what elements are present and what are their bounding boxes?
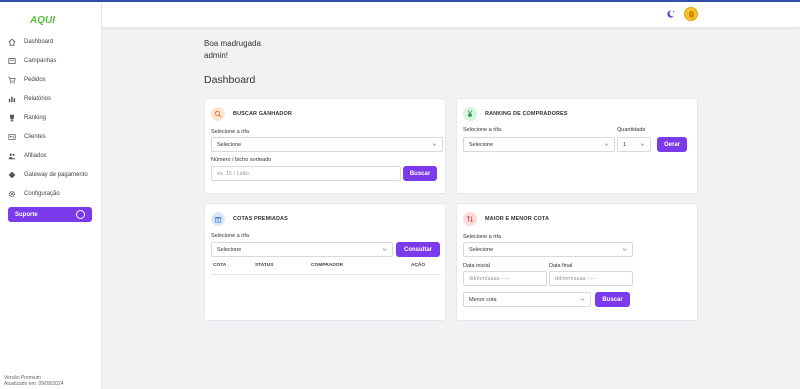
sidebar-item-label: Relatórios <box>24 95 52 102</box>
whatsapp-icon <box>76 210 85 219</box>
support-button[interactable]: Suporte <box>8 207 92 222</box>
chevron-down-icon <box>580 298 585 301</box>
logo[interactable]: AQUI <box>30 15 55 26</box>
card-header: MAIOR E MENOR COTA <box>463 212 549 226</box>
sidebar-item-gateway[interactable]: Gateway de pagamento <box>0 165 102 184</box>
quantidade-select[interactable]: 1 <box>617 137 651 152</box>
rifa-select[interactable]: Selecione <box>463 137 615 152</box>
chevron-down-icon <box>604 143 609 146</box>
quantidade-label: Quantidade <box>617 127 646 133</box>
quantidade-value: 1 <box>623 141 627 148</box>
sidebar-item-afiliados[interactable]: Afiliados <box>0 146 102 165</box>
rifa-select[interactable]: Selecione <box>211 242 393 257</box>
sidebar-item-label: Clientes <box>24 133 46 140</box>
sidebar-item-relatorios[interactable]: Relatórios <box>0 89 102 108</box>
card-title: RANKING DE COMPRADORES <box>485 111 568 117</box>
sidebar-item-ranking[interactable]: Ranking <box>0 108 102 127</box>
search-icon <box>211 107 225 121</box>
buscar-ganhador-card: BUSCAR GANHADOR Selecione a rifa Selecio… <box>204 98 446 194</box>
buscar-cota-button[interactable]: Buscar <box>595 292 630 307</box>
numero-input[interactable]: ex. 15 / Leão <box>211 166 401 181</box>
version-info: Versão Premium Atualizado em: 09/08/2024 <box>4 375 64 387</box>
greeting: Boa madrugada admin! <box>204 38 261 62</box>
column-header-comprador: COMPRADOR <box>311 263 343 268</box>
medal-icon <box>463 107 477 121</box>
greeting-line: Boa madrugada <box>204 39 261 48</box>
updated-date: Atualizado em: 09/08/2024 <box>4 381 64 387</box>
ranking-card: RANKING DE COMPRADORES Selecione a rifa … <box>456 98 698 194</box>
consultar-button[interactable]: Consultar <box>396 242 440 257</box>
users-icon <box>8 152 16 160</box>
sidebar-item-clientes[interactable]: Clientes <box>0 127 102 146</box>
rifa-select[interactable]: Selecione <box>463 242 633 257</box>
diamond-icon <box>8 171 16 179</box>
rifa-select[interactable]: Selecione <box>211 137 443 152</box>
gift-icon <box>211 212 225 226</box>
card-title: COTAS PREMIADAS <box>233 216 288 222</box>
rifa-label: Selecione a rifa <box>463 234 501 240</box>
chevron-down-icon <box>432 143 437 146</box>
sidebar-item-dashboard[interactable]: Dashboard <box>0 32 102 51</box>
card-header: COTAS PREMIADAS <box>211 212 288 226</box>
rifa-select-value: Selecione <box>469 246 494 253</box>
date-placeholder: dd/mm/aaaa --:-- <box>555 275 596 282</box>
data-final-label: Data final <box>549 263 573 269</box>
gerar-button[interactable]: Gerar <box>657 137 687 152</box>
numero-placeholder: ex. 15 / Leão <box>217 170 249 177</box>
sidebar-item-label: Gateway de pagamento <box>24 171 88 178</box>
tipo-cota-value: Menor cota <box>469 296 497 303</box>
rifa-label: Selecione a rifa <box>463 127 501 133</box>
moon-icon[interactable] <box>665 9 675 19</box>
greeting-user: admin! <box>204 51 229 60</box>
sidebar-item-label: Campanhas <box>24 57 57 64</box>
home-icon <box>8 38 16 46</box>
sidebar-item-label: Configuração <box>24 190 60 197</box>
column-header-status: STATUS <box>255 263 274 268</box>
column-header-cota: COTA <box>213 263 227 268</box>
rifa-label: Selecione a rifa <box>211 129 249 135</box>
sidebar-item-label: Afiliados <box>24 152 47 159</box>
card-title: BUSCAR GANHADOR <box>233 111 292 117</box>
cotas-premiadas-card: COTAS PREMIADAS Selecione a rifa Selecio… <box>204 203 446 321</box>
trophy-icon <box>8 114 16 122</box>
chevron-down-icon <box>622 248 627 251</box>
sidebar: AQUI Dashboard Campanhas Pedidos Relatór… <box>0 2 102 389</box>
rifa-select-value: Selecione <box>217 246 242 253</box>
id-card-icon <box>8 133 16 141</box>
table-header-divider <box>211 274 441 275</box>
sidebar-item-campanhas[interactable]: Campanhas <box>0 51 102 70</box>
chevron-down-icon <box>382 248 387 251</box>
column-header-acao: AÇÃO <box>411 263 426 268</box>
sidebar-item-label: Dashboard <box>24 38 54 45</box>
avatar[interactable] <box>684 7 698 21</box>
sidebar-item-label: Pedidos <box>24 76 46 83</box>
rifa-select-value: Selecione <box>469 141 494 148</box>
sort-arrows-icon <box>463 212 477 226</box>
card-header: RANKING DE COMPRADORES <box>463 107 568 121</box>
sidebar-nav: Dashboard Campanhas Pedidos Relatórios R… <box>0 32 102 203</box>
sidebar-item-pedidos[interactable]: Pedidos <box>0 70 102 89</box>
sidebar-item-label: Ranking <box>24 114 47 121</box>
maior-menor-cota-card: MAIOR E MENOR COTA Selecione a rifa Sele… <box>456 203 698 321</box>
data-final-input[interactable]: dd/mm/aaaa --:-- <box>549 271 633 286</box>
cart-icon <box>8 76 16 84</box>
numero-label: Número / bicho sorteado <box>211 157 272 163</box>
gear-icon <box>8 190 16 198</box>
rifa-select-value: Selecione <box>217 141 242 148</box>
sidebar-item-configuracao[interactable]: Configuração <box>0 184 102 203</box>
page-title: Dashboard <box>204 74 256 86</box>
card-title: MAIOR E MENOR COTA <box>485 216 550 222</box>
bar-chart-icon <box>8 95 16 103</box>
support-label: Suporte <box>15 211 38 218</box>
rifa-label: Selecione a rifa <box>211 233 249 239</box>
tipo-cota-select[interactable]: Menor cota <box>463 292 591 307</box>
buscar-ganhador-button[interactable]: Buscar <box>403 166 437 181</box>
chevron-down-icon <box>640 143 645 146</box>
campaign-icon <box>8 57 16 65</box>
data-inicial-label: Data inicial <box>463 263 490 269</box>
data-inicial-input[interactable]: dd/mm/aaaa --:-- <box>463 271 547 286</box>
card-header: BUSCAR GANHADOR <box>211 107 292 121</box>
date-placeholder: dd/mm/aaaa --:-- <box>469 275 510 282</box>
